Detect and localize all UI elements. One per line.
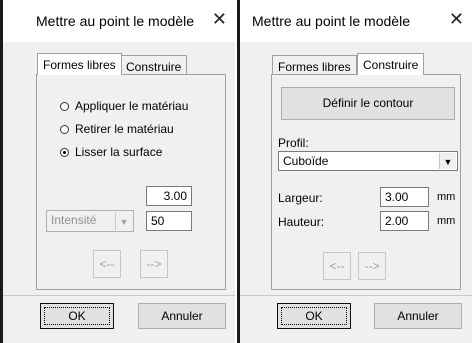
width-unit: mm — [437, 191, 456, 203]
tab-construire[interactable]: Construire — [357, 53, 425, 75]
dialog-title: Mettre au point le modèle — [36, 13, 194, 29]
intensity-select-value: Intensité — [51, 213, 97, 227]
close-icon[interactable]: ✕ — [449, 9, 464, 30]
title-bar: Mettre au point le modèle ✕ — [3, 0, 235, 42]
tab-formes-libres[interactable]: Formes libres — [272, 55, 357, 75]
footer-divider — [240, 295, 472, 296]
footer-divider — [3, 295, 235, 296]
width-label: Largeur: — [278, 191, 323, 205]
dialog-title: Mettre au point le modèle — [252, 13, 410, 29]
prev-button[interactable]: <-- — [93, 250, 121, 278]
radio-button-icon — [60, 125, 69, 134]
radio-lisser-surface[interactable]: Lisser la surface — [60, 145, 162, 159]
profile-select-value: Cuboïde — [283, 154, 329, 168]
chevron-down-icon: ▼ — [115, 212, 132, 230]
radio-button-selected-icon — [60, 148, 69, 157]
title-bar: Mettre au point le modèle ✕ — [240, 0, 472, 42]
window-edge — [237, 0, 240, 343]
tab-formes-libres[interactable]: Formes libres — [37, 53, 122, 75]
window-edge — [0, 0, 3, 343]
prev-button[interactable]: <-- — [323, 252, 351, 280]
ok-button[interactable]: OK — [277, 303, 351, 329]
radio-retirer-materiau[interactable]: Retirer le matériau — [60, 122, 174, 136]
height-unit: mm — [437, 215, 456, 227]
width-field[interactable]: 3.00 — [380, 187, 429, 207]
next-button[interactable]: --> — [140, 250, 168, 278]
focus-rect — [281, 307, 347, 325]
radio-appliquer-materiau[interactable]: Appliquer le matériau — [60, 99, 188, 113]
intensity-select[interactable]: Intensité ▼ — [46, 210, 134, 232]
height-field[interactable]: 2.00 — [380, 211, 429, 231]
radio-button-icon — [60, 102, 69, 111]
height-label: Hauteur: — [278, 215, 325, 229]
dialog-construire: Mettre au point le modèle ✕ Formes libre… — [237, 0, 472, 343]
value-field[interactable]: 3.00 — [146, 186, 192, 206]
radio-label: Lisser la surface — [75, 145, 163, 159]
cancel-button[interactable]: Annuler — [138, 303, 226, 329]
ok-button[interactable]: OK — [40, 303, 114, 329]
next-button[interactable]: --> — [358, 252, 386, 280]
close-icon[interactable]: ✕ — [212, 9, 227, 30]
tab-construire[interactable]: Construire — [120, 55, 188, 75]
radio-label: Retirer le matériau — [75, 122, 174, 136]
cancel-button[interactable]: Annuler — [374, 303, 462, 329]
radio-label: Appliquer le matériau — [75, 99, 189, 113]
focus-rect — [44, 307, 110, 325]
profile-select[interactable]: Cuboïde ▼ — [278, 151, 458, 171]
chevron-down-icon: ▼ — [439, 153, 456, 169]
intensity-value-field[interactable]: 50 — [146, 211, 192, 231]
dialog-formes-libres: Mettre au point le modèle ✕ Formes libre… — [0, 0, 235, 343]
profile-label: Profil: — [278, 136, 309, 150]
define-contour-button[interactable]: Définir le contour — [281, 87, 455, 120]
